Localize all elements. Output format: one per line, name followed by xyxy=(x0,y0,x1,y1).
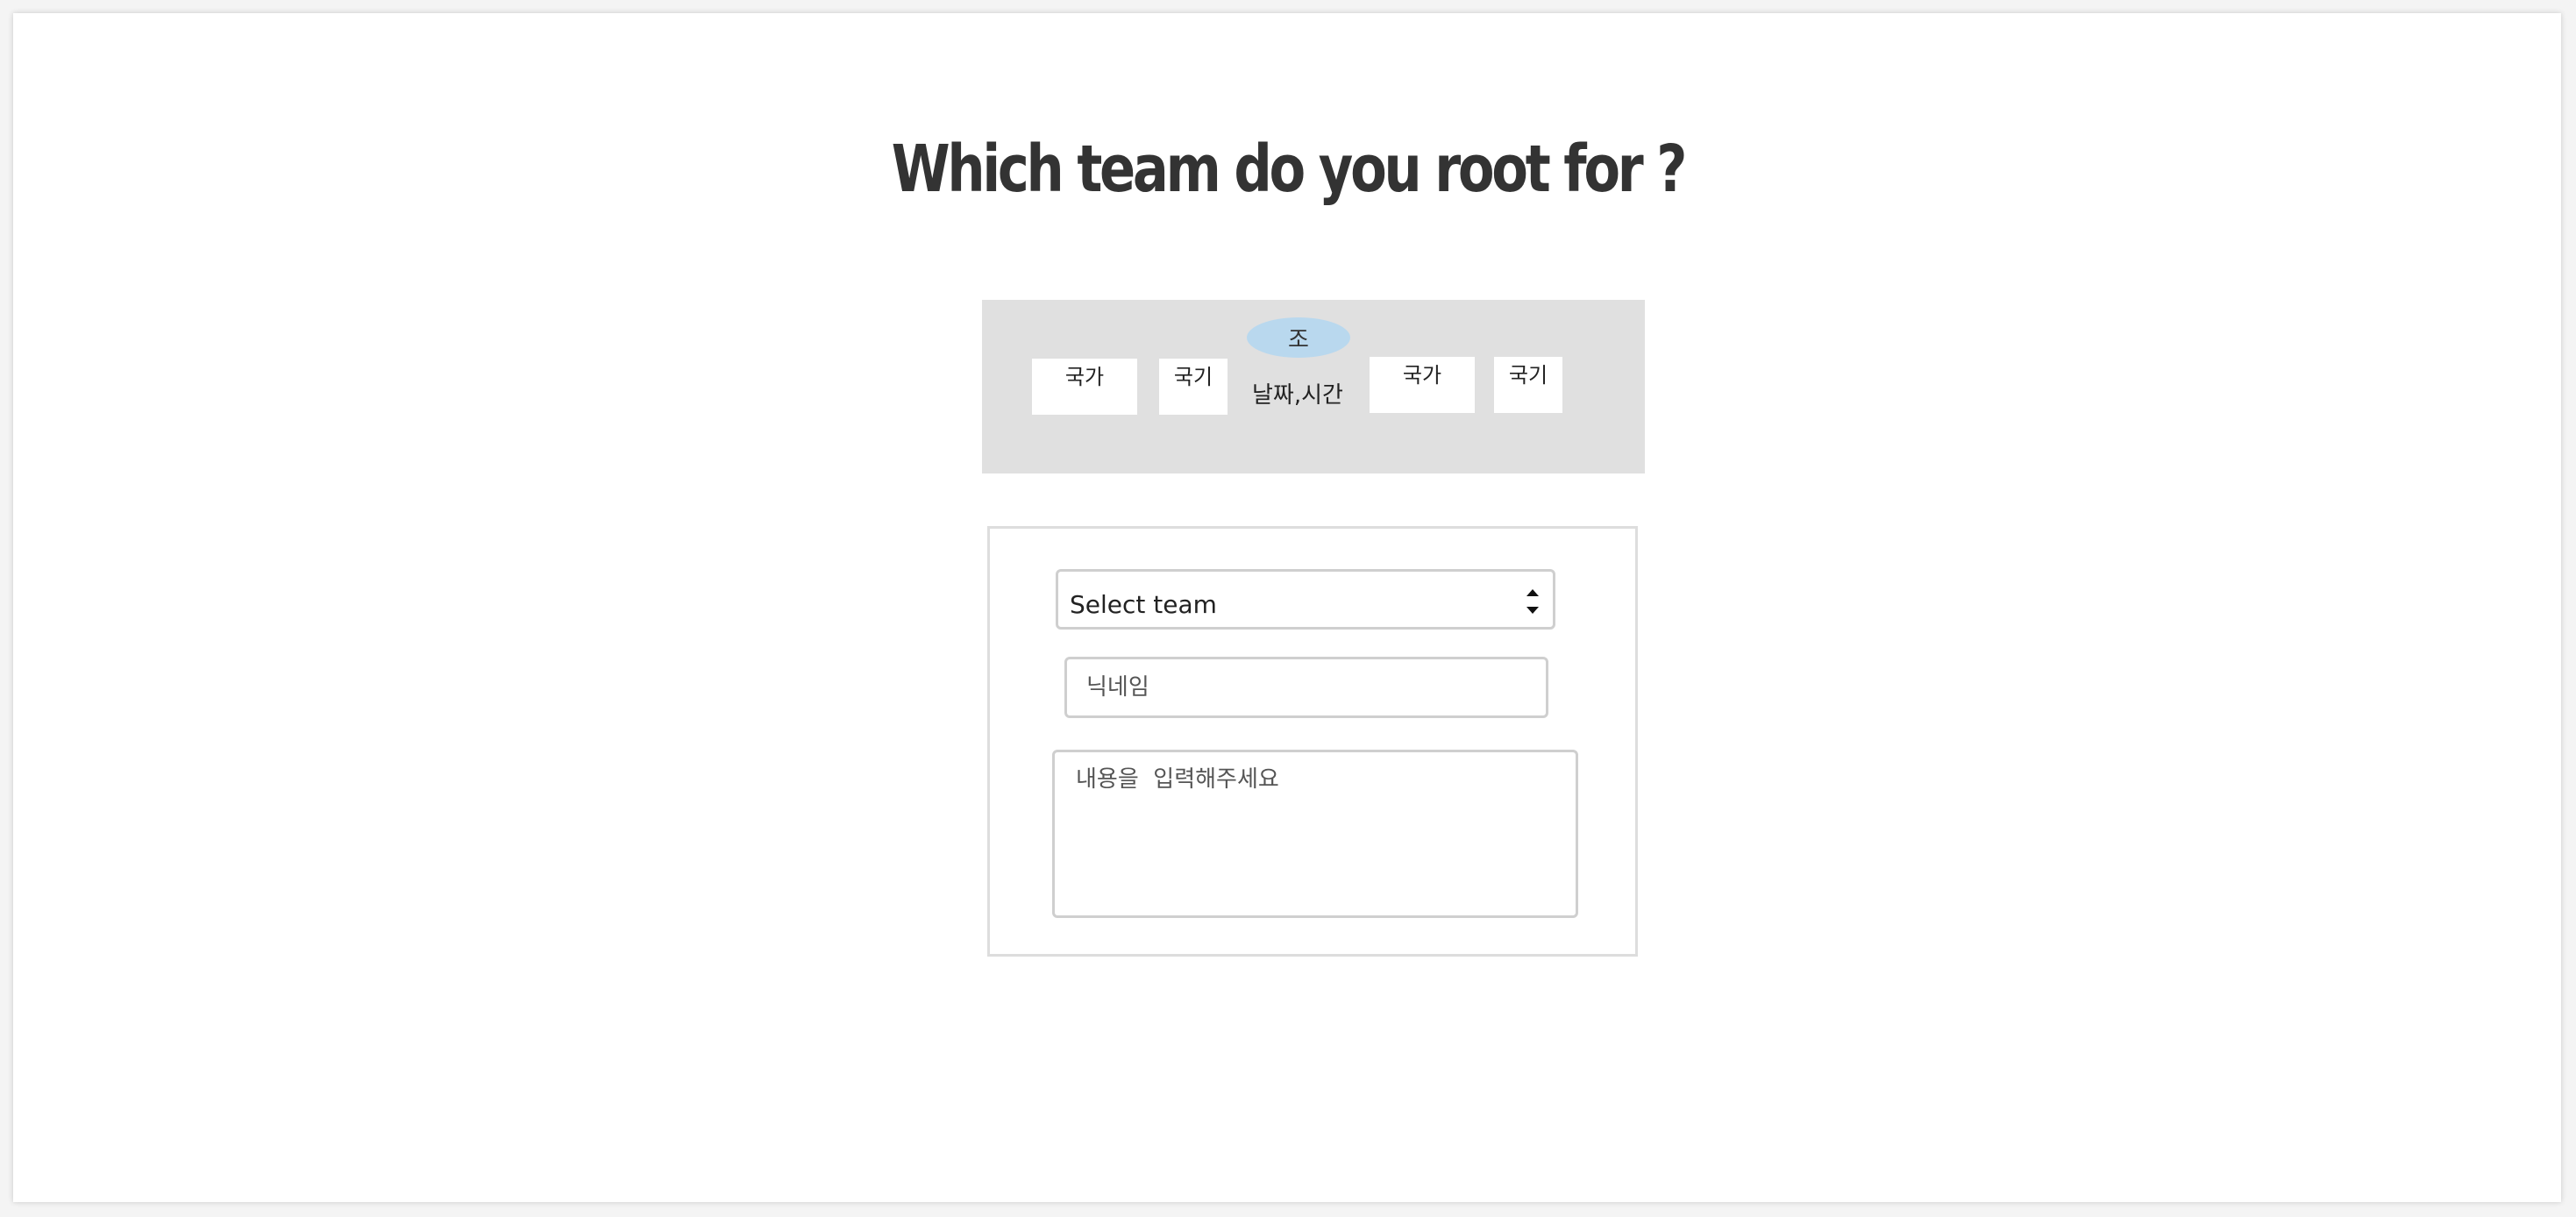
team1-country: 국가 xyxy=(1032,359,1137,415)
team2-country: 국가 xyxy=(1370,357,1475,413)
up-down-arrows-icon xyxy=(1526,589,1539,614)
team-select-value: Select team xyxy=(1070,590,1217,619)
page-title: Which team do you root for ? xyxy=(891,132,1688,207)
content-textarea[interactable] xyxy=(1052,750,1578,918)
team1-flag: 국기 xyxy=(1159,359,1228,415)
comment-form: Select team xyxy=(987,526,1638,957)
group-badge: 조 xyxy=(1247,317,1350,358)
match-card: 조 국가 국기 날짜,시간 국가 국기 xyxy=(982,300,1645,473)
team-select[interactable]: Select team xyxy=(1056,569,1555,630)
team2-flag: 국기 xyxy=(1494,357,1562,413)
nickname-input[interactable] xyxy=(1064,657,1548,718)
match-datetime: 날짜,시간 xyxy=(1252,382,1343,409)
